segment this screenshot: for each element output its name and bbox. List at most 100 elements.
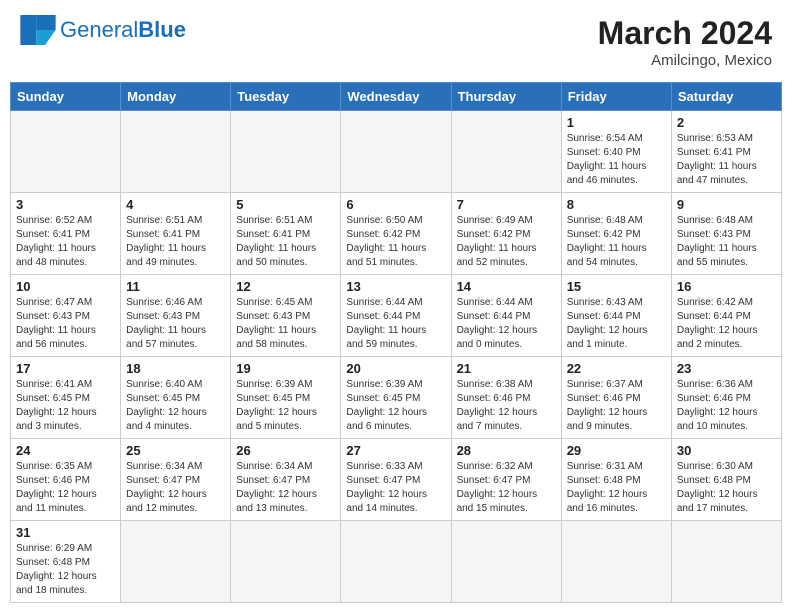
calendar-cell <box>451 111 561 193</box>
calendar-cell: 18 Sunrise: 6:40 AM Sunset: 6:45 PM Dayli… <box>121 357 231 439</box>
day-number: 26 <box>236 443 335 458</box>
calendar-cell: 30 Sunrise: 6:30 AM Sunset: 6:48 PM Dayli… <box>671 439 781 521</box>
calendar-cell <box>451 521 561 603</box>
day-info: Sunrise: 6:37 AM Sunset: 6:46 PM Dayligh… <box>567 378 666 434</box>
day-number: 3 <box>16 197 115 212</box>
day-info: Sunrise: 6:34 AM Sunset: 6:47 PM Dayligh… <box>236 460 335 516</box>
day-number: 8 <box>567 197 666 212</box>
calendar-cell: 27Sunrise: 6:33 AM Sunset: 6:47 PM Dayli… <box>341 439 451 521</box>
calendar-cell: 8Sunrise: 6:48 AM Sunset: 6:42 PM Daylig… <box>561 193 671 275</box>
day-info: Sunrise: 6:34 AM Sunset: 6:47 PM Dayligh… <box>126 460 225 516</box>
day-info: Sunrise: 6:35 AM Sunset: 6:46 PM Dayligh… <box>16 460 115 516</box>
logo-general: General <box>60 17 138 42</box>
day-info: Sunrise: 6:32 AM Sunset: 6:47 PM Dayligh… <box>457 460 556 516</box>
day-number: 14 <box>457 279 556 294</box>
day-info: Sunrise: 6:39 AM Sunset: 6:45 PM Dayligh… <box>236 378 335 434</box>
day-number: 20 <box>346 361 445 376</box>
day-info: Sunrise: 6:41 AM Sunset: 6:45 PM Dayligh… <box>16 378 115 434</box>
title-block: March 2024 Amilcingo, Mexico <box>598 15 772 69</box>
day-number: 16 <box>677 279 776 294</box>
day-info: Sunrise: 6:46 AM Sunset: 6:43 PM Dayligh… <box>126 296 225 352</box>
day-info: Sunrise: 6:29 AM Sunset: 6:48 PM Dayligh… <box>16 542 115 598</box>
calendar-cell: 4 Sunrise: 6:51 AM Sunset: 6:41 PM Daylig… <box>121 193 231 275</box>
week-row-4: 17 Sunrise: 6:41 AM Sunset: 6:45 PM Dayli… <box>11 357 782 439</box>
day-number: 31 <box>16 525 115 540</box>
day-info: Sunrise: 6:39 AM Sunset: 6:45 PM Dayligh… <box>346 378 445 434</box>
day-number: 27 <box>346 443 445 458</box>
day-number: 21 <box>457 361 556 376</box>
day-info: Sunrise: 6:48 AM Sunset: 6:43 PM Dayligh… <box>677 214 776 270</box>
calendar-cell: 15 Sunrise: 6:43 AM Sunset: 6:44 PM Dayli… <box>561 275 671 357</box>
calendar-cell: 26 Sunrise: 6:34 AM Sunset: 6:47 PM Dayli… <box>231 439 341 521</box>
day-number: 12 <box>236 279 335 294</box>
day-number: 17 <box>16 361 115 376</box>
day-info: Sunrise: 6:36 AM Sunset: 6:46 PM Dayligh… <box>677 378 776 434</box>
day-info: Sunrise: 6:54 AM Sunset: 6:40 PM Dayligh… <box>567 132 666 188</box>
day-number: 4 <box>126 197 225 212</box>
day-info: Sunrise: 6:30 AM Sunset: 6:48 PM Dayligh… <box>677 460 776 516</box>
day-number: 13 <box>346 279 445 294</box>
day-info: Sunrise: 6:42 AM Sunset: 6:44 PM Dayligh… <box>677 296 776 352</box>
calendar-cell: 14Sunrise: 6:44 AM Sunset: 6:44 PM Dayli… <box>451 275 561 357</box>
calendar-cell: 16 Sunrise: 6:42 AM Sunset: 6:44 PM Dayli… <box>671 275 781 357</box>
calendar-cell: 24 Sunrise: 6:35 AM Sunset: 6:46 PM Dayli… <box>11 439 121 521</box>
day-info: Sunrise: 6:53 AM Sunset: 6:41 PM Dayligh… <box>677 132 776 188</box>
logo-icon <box>20 15 56 45</box>
weekday-header-wednesday: Wednesday <box>341 83 451 111</box>
calendar-cell <box>231 111 341 193</box>
calendar-cell: 13Sunrise: 6:44 AM Sunset: 6:44 PM Dayli… <box>341 275 451 357</box>
day-number: 19 <box>236 361 335 376</box>
day-number: 23 <box>677 361 776 376</box>
weekday-header-thursday: Thursday <box>451 83 561 111</box>
calendar-cell: 9Sunrise: 6:48 AM Sunset: 6:43 PM Daylig… <box>671 193 781 275</box>
calendar-cell: 23 Sunrise: 6:36 AM Sunset: 6:46 PM Dayli… <box>671 357 781 439</box>
calendar-cell <box>231 521 341 603</box>
day-number: 1 <box>567 115 666 130</box>
day-number: 24 <box>16 443 115 458</box>
weekday-header-monday: Monday <box>121 83 231 111</box>
day-info: Sunrise: 6:38 AM Sunset: 6:46 PM Dayligh… <box>457 378 556 434</box>
calendar-cell: 28Sunrise: 6:32 AM Sunset: 6:47 PM Dayli… <box>451 439 561 521</box>
weekday-header-saturday: Saturday <box>671 83 781 111</box>
day-number: 18 <box>126 361 225 376</box>
day-number: 6 <box>346 197 445 212</box>
calendar-cell: 31 Sunrise: 6:29 AM Sunset: 6:48 PM Dayli… <box>11 521 121 603</box>
week-row-3: 10 Sunrise: 6:47 AM Sunset: 6:43 PM Dayli… <box>11 275 782 357</box>
calendar-cell: 3 Sunrise: 6:52 AM Sunset: 6:41 PM Daylig… <box>11 193 121 275</box>
calendar-cell <box>561 521 671 603</box>
calendar-cell: 19 Sunrise: 6:39 AM Sunset: 6:45 PM Dayli… <box>231 357 341 439</box>
calendar-cell: 11Sunrise: 6:46 AM Sunset: 6:43 PM Dayli… <box>121 275 231 357</box>
week-row-2: 3 Sunrise: 6:52 AM Sunset: 6:41 PM Daylig… <box>11 193 782 275</box>
day-info: Sunrise: 6:52 AM Sunset: 6:41 PM Dayligh… <box>16 214 115 270</box>
day-info: Sunrise: 6:51 AM Sunset: 6:41 PM Dayligh… <box>126 214 225 270</box>
day-info: Sunrise: 6:45 AM Sunset: 6:43 PM Dayligh… <box>236 296 335 352</box>
calendar-cell: 21 Sunrise: 6:38 AM Sunset: 6:46 PM Dayli… <box>451 357 561 439</box>
day-number: 5 <box>236 197 335 212</box>
day-info: Sunrise: 6:43 AM Sunset: 6:44 PM Dayligh… <box>567 296 666 352</box>
calendar-cell: 20 Sunrise: 6:39 AM Sunset: 6:45 PM Dayli… <box>341 357 451 439</box>
logo: GeneralBlue <box>20 15 186 45</box>
day-info: Sunrise: 6:51 AM Sunset: 6:41 PM Dayligh… <box>236 214 335 270</box>
week-row-1: 1 Sunrise: 6:54 AM Sunset: 6:40 PM Daylig… <box>11 111 782 193</box>
calendar-cell <box>341 521 451 603</box>
calendar-cell: 12 Sunrise: 6:45 AM Sunset: 6:43 PM Dayli… <box>231 275 341 357</box>
day-info: Sunrise: 6:31 AM Sunset: 6:48 PM Dayligh… <box>567 460 666 516</box>
weekday-header-sunday: Sunday <box>11 83 121 111</box>
weekday-header-row: SundayMondayTuesdayWednesdayThursdayFrid… <box>11 83 782 111</box>
day-info: Sunrise: 6:47 AM Sunset: 6:43 PM Dayligh… <box>16 296 115 352</box>
day-number: 15 <box>567 279 666 294</box>
day-info: Sunrise: 6:40 AM Sunset: 6:45 PM Dayligh… <box>126 378 225 434</box>
weekday-header-friday: Friday <box>561 83 671 111</box>
calendar-cell <box>121 111 231 193</box>
week-row-5: 24 Sunrise: 6:35 AM Sunset: 6:46 PM Dayli… <box>11 439 782 521</box>
day-info: Sunrise: 6:50 AM Sunset: 6:42 PM Dayligh… <box>346 214 445 270</box>
day-number: 10 <box>16 279 115 294</box>
calendar-cell <box>121 521 231 603</box>
day-number: 22 <box>567 361 666 376</box>
calendar-cell: 7Sunrise: 6:49 AM Sunset: 6:42 PM Daylig… <box>451 193 561 275</box>
location: Amilcingo, Mexico <box>598 52 772 69</box>
calendar: SundayMondayTuesdayWednesdayThursdayFrid… <box>10 82 782 603</box>
day-number: 30 <box>677 443 776 458</box>
day-number: 2 <box>677 115 776 130</box>
calendar-cell: 10 Sunrise: 6:47 AM Sunset: 6:43 PM Dayli… <box>11 275 121 357</box>
